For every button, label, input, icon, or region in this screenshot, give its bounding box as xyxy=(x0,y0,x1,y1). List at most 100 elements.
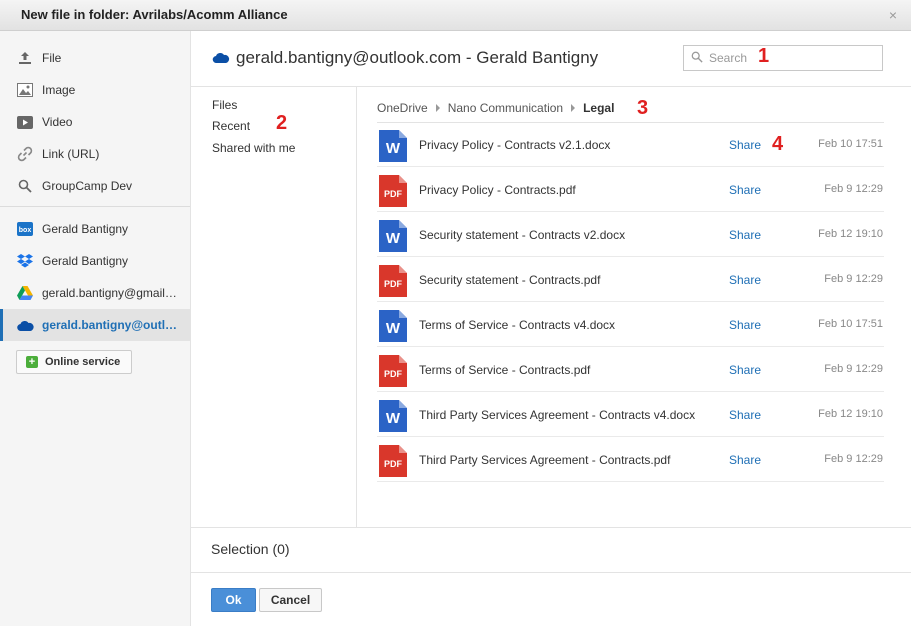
sidebar-account-onedrive[interactable]: gerald.bantigny@outlook.com xyxy=(0,309,190,341)
nav-recent[interactable]: Recent xyxy=(212,119,250,133)
nav-files[interactable]: Files xyxy=(212,98,237,112)
breadcrumb: OneDrive Nano Communication Legal xyxy=(377,101,614,115)
file-name[interactable]: Terms of Service - Contracts.pdf xyxy=(419,363,590,377)
search-icon xyxy=(16,177,34,195)
sidebar-item-link[interactable]: Link (URL) xyxy=(0,138,190,170)
word-document-icon: W xyxy=(379,130,407,162)
dialog-titlebar: New file in folder: Avrilabs/Acomm Allia… xyxy=(0,0,911,31)
file-date: Feb 10 17:51 xyxy=(818,138,883,150)
sidebar-item-label: Video xyxy=(42,115,73,129)
file-date: Feb 12 19:10 xyxy=(818,408,883,420)
cancel-button[interactable]: Cancel xyxy=(259,588,322,612)
sidebar-account-box[interactable]: box Gerald Bantigny xyxy=(0,213,190,245)
word-document-icon: W xyxy=(379,310,407,342)
file-icon-text: W xyxy=(386,410,401,427)
sidebar-item-label: File xyxy=(42,51,62,65)
file-icon-text: W xyxy=(386,230,401,247)
file-name[interactable]: Security statement - Contracts v2.docx xyxy=(419,228,625,242)
file-name[interactable]: Privacy Policy - Contracts.pdf xyxy=(419,183,576,197)
pdf-document-icon: PDF xyxy=(379,355,407,387)
footer-divider xyxy=(191,572,911,573)
file-icon-text: W xyxy=(386,320,401,337)
share-link[interactable]: Share xyxy=(729,273,761,287)
annotation-number: 3 xyxy=(637,97,649,119)
annotation-number: 4 xyxy=(772,133,784,155)
pdf-document-icon: PDF xyxy=(379,175,407,207)
sidebar-item-label: Gerald Bantigny xyxy=(42,222,129,236)
sidebar-item-label: gerald.bantigny@gmail.com xyxy=(42,286,180,300)
google-drive-icon xyxy=(16,284,34,302)
account-title-text: gerald.bantigny@outlook.com - Gerald Ban… xyxy=(236,48,599,67)
panel-divider xyxy=(356,86,357,527)
link-icon xyxy=(16,145,34,163)
plus-icon: + xyxy=(26,356,38,368)
sidebar-item-label: gerald.bantigny@outlook.com xyxy=(42,318,180,332)
annotation-number: 1 xyxy=(758,45,770,67)
online-service-button[interactable]: + Online service xyxy=(16,350,132,374)
file-name[interactable]: Terms of Service - Contracts v4.docx xyxy=(419,318,615,332)
sidebar-item-video[interactable]: Video xyxy=(0,106,190,138)
sidebar-account-gdrive[interactable]: gerald.bantigny@gmail.com xyxy=(0,277,190,309)
chevron-right-icon xyxy=(435,104,440,112)
onedrive-icon xyxy=(212,52,230,64)
file-date: Feb 9 12:29 xyxy=(824,363,883,375)
file-row[interactable]: W Third Party Services Agreement - Contra… xyxy=(377,392,884,437)
file-row[interactable]: W Security statement - Contracts v2.docx S… xyxy=(377,212,884,257)
image-icon xyxy=(16,81,34,99)
footer-divider xyxy=(191,527,911,528)
share-link[interactable]: Share xyxy=(729,363,761,377)
file-row[interactable]: PDF Security statement - Contracts.pdf Sha… xyxy=(377,257,884,302)
search-input[interactable] xyxy=(709,51,869,65)
sidebar-item-label: GroupCamp Dev xyxy=(42,179,133,193)
breadcrumb-current: Legal xyxy=(583,101,615,115)
sidebar-item-groupcamp[interactable]: GroupCamp Dev xyxy=(0,170,190,202)
page-title: gerald.bantigny@outlook.com - Gerald Ban… xyxy=(212,48,598,68)
dialog-title: New file in folder: Avrilabs/Acomm Allia… xyxy=(21,7,288,22)
file-date: Feb 9 12:29 xyxy=(824,183,883,195)
file-row[interactable]: W Terms of Service - Contracts v4.docx Sha… xyxy=(377,302,884,347)
file-date: Feb 10 17:51 xyxy=(818,318,883,330)
video-icon xyxy=(16,113,34,131)
upload-icon xyxy=(16,49,34,67)
pdf-document-icon: PDF xyxy=(379,445,407,477)
file-name[interactable]: Third Party Services Agreement - Contrac… xyxy=(419,453,670,467)
sidebar: File Image Video Link (URL) GroupCamp De… xyxy=(0,31,191,626)
chevron-right-icon xyxy=(571,104,576,112)
close-icon[interactable]: × xyxy=(889,8,897,22)
file-name[interactable]: Third Party Services Agreement - Contrac… xyxy=(419,408,695,422)
file-icon-text: PDF xyxy=(384,279,403,289)
share-link[interactable]: Share xyxy=(729,183,761,197)
breadcrumb-item[interactable]: Nano Communication xyxy=(448,101,563,115)
share-link[interactable]: Share xyxy=(729,318,761,332)
search-box[interactable] xyxy=(683,45,883,71)
sidebar-item-label: Gerald Bantigny xyxy=(42,254,129,268)
file-icon-text: PDF xyxy=(384,369,403,379)
sidebar-account-dropbox[interactable]: Gerald Bantigny xyxy=(0,245,190,277)
nav-shared-with-me[interactable]: Shared with me xyxy=(212,141,295,155)
breadcrumb-item[interactable]: OneDrive xyxy=(377,101,428,115)
search-icon xyxy=(691,51,705,65)
file-date: Feb 9 12:29 xyxy=(824,453,883,465)
box-icon: box xyxy=(16,220,34,238)
file-row[interactable]: PDF Privacy Policy - Contracts.pdf Share Fe… xyxy=(377,167,884,212)
dropbox-icon xyxy=(16,252,34,270)
file-name[interactable]: Security statement - Contracts.pdf xyxy=(419,273,600,287)
sidebar-item-label: Image xyxy=(42,83,76,97)
file-icon-text: W xyxy=(386,140,401,157)
file-row[interactable]: PDF Third Party Services Agreement - Cont… xyxy=(377,437,884,482)
share-link[interactable]: Share xyxy=(729,138,761,152)
box-icon-text: box xyxy=(19,227,32,234)
ok-button[interactable]: Ok xyxy=(211,588,256,612)
file-row[interactable]: W Privacy Policy - Contracts v2.1.docx Sha… xyxy=(377,122,884,167)
sidebar-item-file[interactable]: File xyxy=(0,42,190,74)
sidebar-item-image[interactable]: Image xyxy=(0,74,190,106)
file-icon-text: PDF xyxy=(384,189,403,199)
file-name[interactable]: Privacy Policy - Contracts v2.1.docx xyxy=(419,138,610,152)
annotation-number: 2 xyxy=(276,112,288,134)
onedrive-icon xyxy=(16,316,34,334)
share-link[interactable]: Share xyxy=(729,408,761,422)
share-link[interactable]: Share xyxy=(729,453,761,467)
file-row[interactable]: PDF Terms of Service - Contracts.pdf Share… xyxy=(377,347,884,392)
file-date: Feb 12 19:10 xyxy=(818,228,883,240)
share-link[interactable]: Share xyxy=(729,228,761,242)
